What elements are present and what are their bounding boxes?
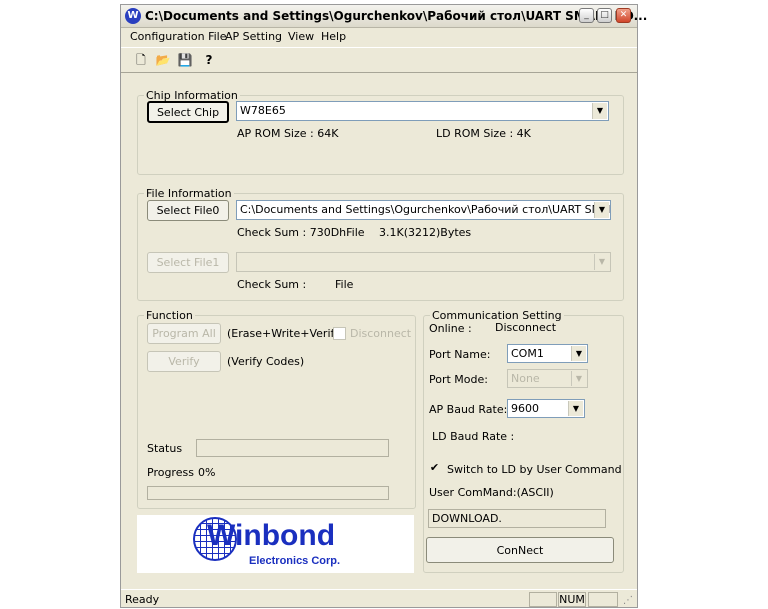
status-panel-empty: [529, 592, 557, 607]
resize-grip-icon[interactable]: ⋰: [623, 595, 633, 606]
menu-help[interactable]: Help: [321, 30, 346, 43]
user-command-label: User ComMand:(ASCII): [429, 486, 554, 499]
status-text: Ready: [125, 593, 160, 606]
close-button[interactable]: ✕: [616, 8, 631, 23]
port-name-combo[interactable]: COM1 ▼: [507, 344, 588, 363]
file-information-legend: File Information: [146, 187, 232, 200]
menu-configuration-file[interactable]: Configuration File: [130, 30, 227, 43]
file0-path-value: C:\Documents and Settings\Ogurchenkov\Ра…: [240, 203, 611, 216]
chip-select-value: W78E65: [240, 104, 286, 117]
file1-label: File: [335, 278, 354, 291]
file0-size: 3.1K(3212)Bytes: [379, 226, 472, 239]
port-mode-value: None: [511, 372, 540, 385]
menu-ap-setting[interactable]: AP Setting: [225, 30, 282, 43]
chevron-down-icon[interactable]: ▼: [571, 346, 586, 361]
chevron-down-icon[interactable]: ▼: [592, 103, 607, 119]
title-bar[interactable]: W C:\Documents and Settings\Ogurchenkov\…: [121, 5, 647, 28]
chevron-down-icon[interactable]: ▼: [594, 202, 609, 218]
logo-subtitle: Electronics Corp.: [249, 555, 341, 567]
save-disk-icon[interactable]: 💾: [177, 52, 193, 68]
status-label: Status: [147, 442, 183, 455]
chevron-down-icon[interactable]: ▼: [568, 401, 583, 416]
status-bar: Ready NUM ⋰: [121, 589, 637, 609]
ap-baud-rate-label: AP Baud Rate:: [429, 403, 508, 416]
switch-to-ld-checkbox[interactable]: ✔: [429, 462, 440, 474]
select-file1-button[interactable]: Select File1: [147, 252, 229, 273]
help-icon[interactable]: ?: [201, 52, 217, 68]
online-value: Disconnect: [495, 321, 557, 334]
file1-path-combo[interactable]: ▼: [236, 252, 611, 272]
verify-button[interactable]: Verify: [147, 351, 221, 372]
user-command-field[interactable]: DOWNLOAD.: [428, 509, 606, 528]
switch-to-ld-label: Switch to LD by User Command: [447, 463, 622, 476]
ap-rom-size: AP ROM Size : 64K: [237, 127, 339, 140]
chevron-down-icon[interactable]: ▼: [594, 254, 609, 270]
chevron-down-icon[interactable]: ▼: [571, 371, 586, 386]
status-num: NUM: [558, 592, 586, 607]
program-all-button[interactable]: Program All: [147, 323, 221, 344]
port-name-value: COM1: [511, 347, 544, 360]
toolbar: 🗋 📂 💾 ?: [121, 47, 637, 73]
function-legend: Function: [146, 309, 193, 322]
open-folder-icon[interactable]: 📂: [155, 52, 171, 68]
main-window: W C:\Documents and Settings\Ogurchenkov\…: [120, 4, 647, 609]
user-command-value: DOWNLOAD.: [432, 512, 502, 525]
progress-bar: [147, 486, 389, 500]
new-file-icon[interactable]: 🗋: [133, 52, 149, 68]
app-icon: W: [125, 8, 141, 24]
menu-view[interactable]: View: [288, 30, 314, 43]
disconnect-checkbox[interactable]: [333, 327, 346, 340]
winbond-logo: Winbond Electronics Corp.: [137, 515, 414, 573]
ld-rom-size: LD ROM Size : 4K: [436, 127, 531, 140]
minimize-button[interactable]: _: [579, 8, 594, 23]
online-label: Online :: [429, 322, 472, 335]
file1-checksum: Check Sum :: [237, 278, 307, 291]
status-panel-empty: [588, 592, 618, 607]
status-box: [196, 439, 389, 457]
menu-bar: Configuration File AP Setting View Help: [121, 27, 637, 47]
progress-value: 0%: [198, 466, 216, 479]
ap-baud-rate-value: 9600: [511, 402, 539, 415]
logo-brand: Winbond: [207, 519, 336, 552]
chip-select-combo[interactable]: W78E65 ▼: [236, 101, 609, 121]
verify-description: (Verify Codes): [227, 355, 305, 368]
file0-path-combo[interactable]: C:\Documents and Settings\Ogurchenkov\Ра…: [236, 200, 611, 220]
maximize-button[interactable]: □: [597, 8, 612, 23]
port-mode-combo[interactable]: None ▼: [507, 369, 588, 388]
disconnect-checkbox-label: Disconnect: [350, 327, 412, 340]
progress-label: Progress: [147, 466, 194, 479]
port-mode-label: Port Mode:: [429, 373, 488, 386]
program-all-description: (Erase+Write+Verify): [227, 327, 345, 340]
port-name-label: Port Name:: [429, 348, 491, 361]
file0-checksum: Check Sum : 730DhFile: [237, 226, 365, 239]
ap-baud-rate-combo[interactable]: 9600 ▼: [507, 399, 585, 418]
select-file0-button[interactable]: Select File0: [147, 200, 229, 221]
ld-baud-rate-label: LD Baud Rate :: [432, 430, 515, 443]
window-title: C:\Documents and Settings\Ogurchenkov\Ра…: [145, 9, 648, 23]
select-chip-button[interactable]: Select Chip: [147, 101, 229, 123]
connect-button[interactable]: ConNect: [426, 537, 614, 563]
